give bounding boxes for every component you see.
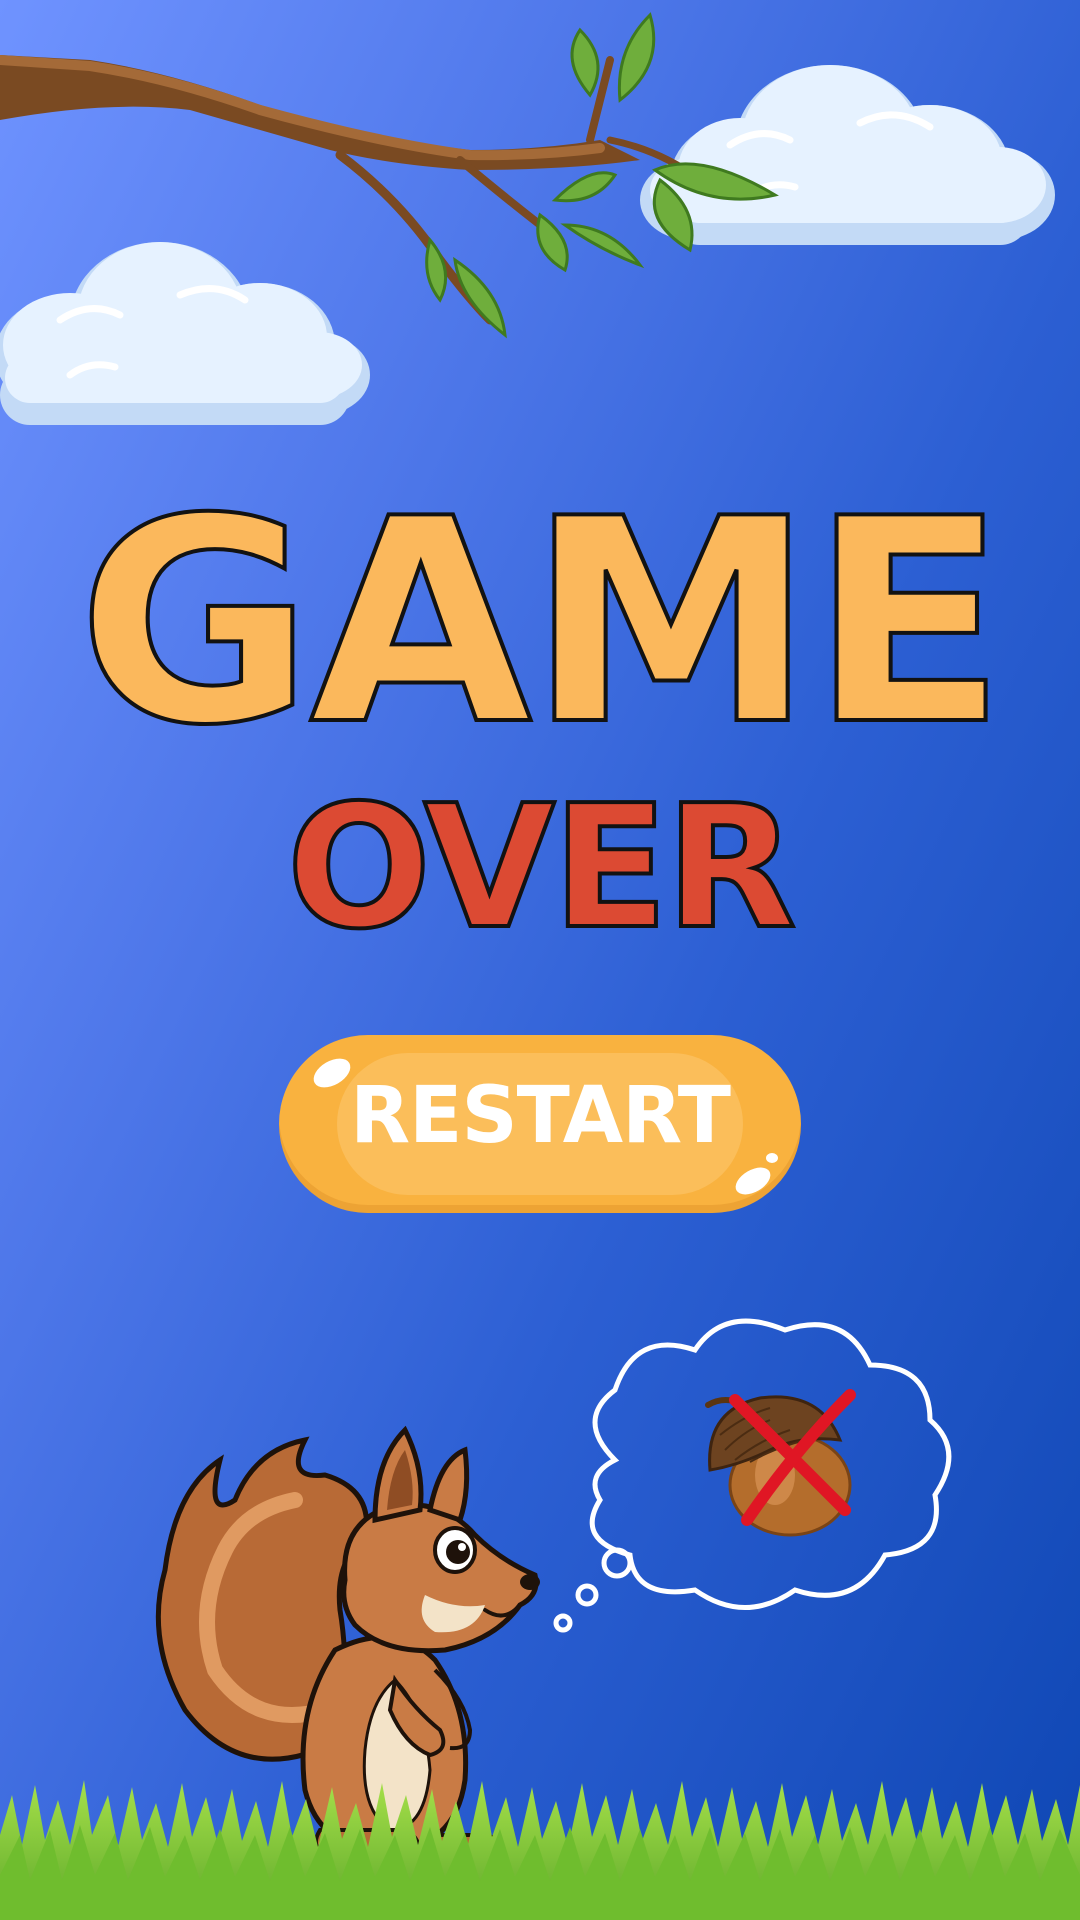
restart-button[interactable]: RESTART [279,1035,801,1213]
game-title: GAME [75,458,1008,787]
restart-label: RESTART [350,1071,731,1161]
branch-icon [0,12,779,339]
grass-icon [0,1780,1080,1920]
over-title: OVER [285,769,799,967]
button-shine [731,1161,775,1201]
game-over-screen: GAME OVER RESTART [0,0,1080,1920]
red-x-icon [729,1389,856,1526]
